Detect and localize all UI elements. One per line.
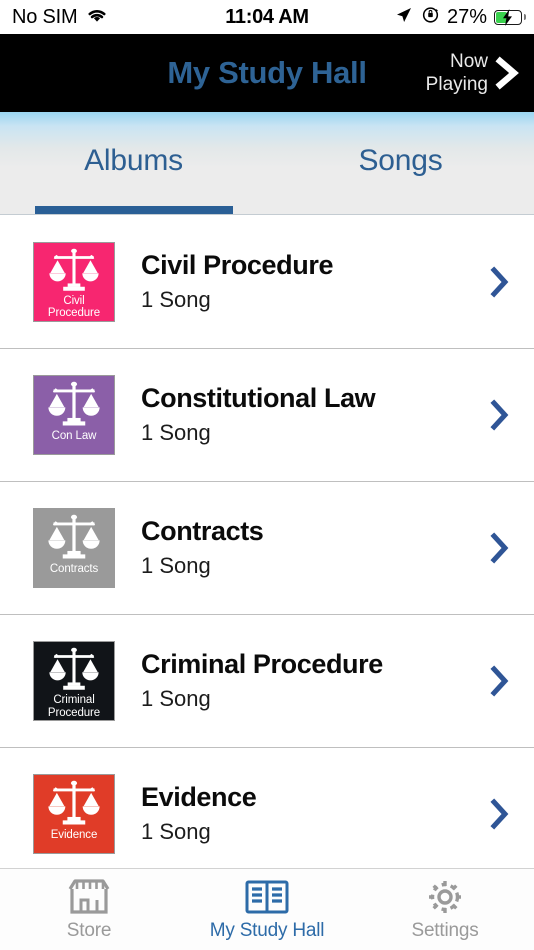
artwork-label-line-2: Procedure [47, 307, 101, 319]
scales-of-justice-icon [48, 514, 100, 559]
now-playing-button[interactable]: Now Playing [426, 34, 524, 112]
list-item[interactable]: Con Law Constitutional Law 1 Song [0, 348, 534, 481]
now-playing-label: Now Playing [426, 50, 488, 96]
chevron-right-icon [492, 54, 524, 92]
list-item-text: Civil Procedure 1 Song [141, 249, 480, 315]
album-artwork: Evidence [33, 774, 115, 854]
page-title: My Study Hall [167, 55, 367, 90]
album-song-count: 1 Song [141, 819, 211, 844]
album-artwork: Contracts [33, 508, 115, 588]
store-icon [66, 877, 112, 917]
tab-albums[interactable]: Albums [0, 112, 267, 214]
artwork-label-line-1: Contracts [49, 563, 99, 575]
tab-my-study-hall[interactable]: My Study Hall [178, 869, 356, 950]
chevron-right-icon[interactable] [480, 265, 520, 299]
chevron-right-icon[interactable] [480, 797, 520, 831]
list-item[interactable]: Contracts Contracts 1 Song [0, 481, 534, 614]
album-song-count: 1 Song [141, 686, 211, 711]
scales-of-justice-icon [48, 381, 100, 426]
app-screen: No SIM 11:04 AM 27% My Study Hall Now Pl… [0, 0, 534, 950]
list-item-text: Contracts 1 Song [141, 515, 480, 581]
album-song-count: 1 Song [141, 553, 211, 578]
artwork-label-line-2: Procedure [47, 706, 101, 719]
album-artwork-label: Evidence [34, 829, 114, 843]
album-title: Constitutional Law [141, 383, 376, 413]
album-artwork-label: Con Law [34, 430, 114, 444]
now-playing-line-2: Playing [425, 74, 488, 95]
album-title: Criminal Procedure [141, 649, 383, 679]
status-bar: No SIM 11:04 AM 27% [0, 0, 534, 34]
album-song-count: 1 Song [141, 286, 211, 312]
navigation-bar: My Study Hall Now Playing [0, 34, 534, 112]
album-artwork-label: Contracts [34, 563, 114, 577]
artwork-label-line-1: Criminal [53, 694, 95, 706]
chevron-right-icon[interactable] [480, 531, 520, 565]
list-item-text: Criminal Procedure 1 Song [141, 648, 480, 714]
artwork-label-line-1: Con Law [51, 430, 97, 442]
list-item-text: Constitutional Law 1 Song [141, 382, 480, 448]
list-item[interactable]: Criminal Procedure Criminal Procedure 1 … [0, 614, 534, 747]
album-artwork: Con Law [33, 375, 115, 455]
status-bar-right: 27% [394, 5, 526, 30]
tab-my-study-hall-label: My Study Hall [209, 920, 325, 941]
album-song-count: 1 Song [141, 420, 211, 445]
list-item-text: Evidence 1 Song [141, 781, 480, 847]
tab-albums-label: Albums [84, 144, 183, 177]
open-book-icon [243, 877, 291, 917]
album-title: Civil Procedure [141, 249, 334, 280]
bottom-tab-bar: Store My Study Hall Settings [0, 868, 534, 950]
scales-of-justice-icon [49, 248, 99, 291]
list-item[interactable]: Civil Procedure Civil Procedure 1 Song [0, 215, 534, 348]
tab-settings[interactable]: Settings [356, 869, 534, 950]
album-artwork-label: Criminal Procedure [34, 694, 114, 720]
album-title: Contracts [141, 516, 264, 546]
tab-store-label: Store [66, 920, 112, 941]
artwork-label-line-1: Civil [63, 294, 85, 307]
tab-songs-label: Songs [358, 144, 443, 177]
album-artwork-label: Civil Procedure [34, 295, 114, 321]
album-artwork: Civil Procedure [33, 241, 115, 322]
scales-of-justice-icon [48, 780, 100, 825]
location-arrow-icon [394, 5, 414, 30]
now-playing-line-1: Now [449, 51, 488, 72]
rotation-lock-icon [421, 5, 440, 29]
album-list: Civil Procedure Civil Procedure 1 Song C… [0, 215, 534, 880]
artwork-label-line-1: Evidence [50, 829, 98, 841]
battery-charging-icon [494, 8, 526, 26]
tab-settings-label: Settings [411, 920, 479, 941]
gear-icon [423, 877, 467, 917]
chevron-right-icon[interactable] [480, 664, 520, 698]
battery-percent-label: 27% [446, 5, 487, 28]
list-item[interactable]: Evidence Evidence 1 Song [0, 747, 534, 880]
segmented-tab-bar: Albums Songs [0, 112, 534, 215]
tab-store[interactable]: Store [0, 869, 178, 950]
chevron-right-icon[interactable] [480, 398, 520, 432]
album-title: Evidence [141, 782, 257, 812]
album-artwork: Criminal Procedure [33, 641, 115, 721]
scales-of-justice-icon [49, 647, 99, 690]
tab-songs[interactable]: Songs [267, 112, 534, 214]
